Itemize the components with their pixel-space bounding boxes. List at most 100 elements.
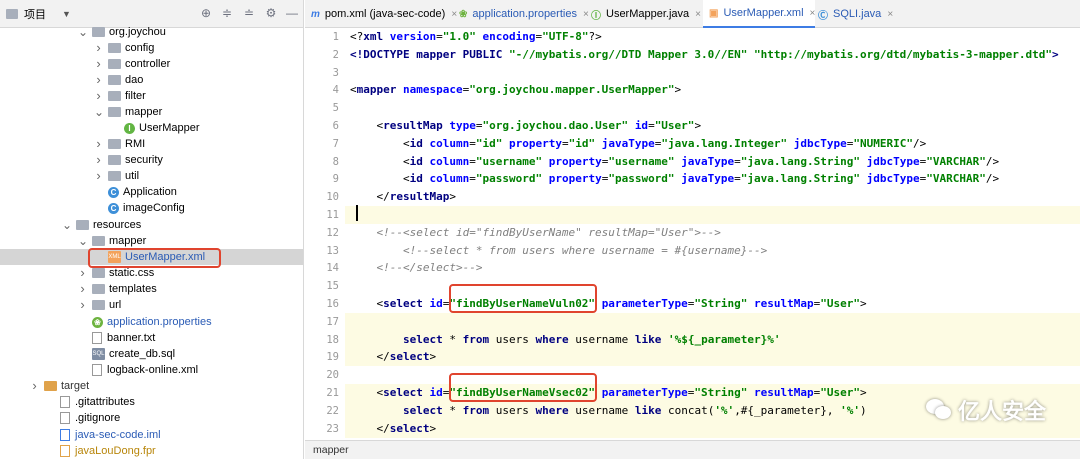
code-line[interactable]: <?xml version="1.0" encoding="UTF-8"?>: [350, 28, 1080, 46]
code-line[interactable]: <id column="username" property="username…: [350, 153, 1080, 171]
tree-item[interactable]: .gitattributes: [0, 394, 303, 410]
code-line[interactable]: <mapper namespace="org.joychou.mapper.Us…: [350, 81, 1080, 99]
code-line[interactable]: select * from users where username like …: [350, 331, 1080, 349]
tree-item[interactable]: › dao: [0, 72, 303, 88]
code-line[interactable]: </resultMap>: [350, 188, 1080, 206]
tree-item[interactable]: java-sec-code.iml: [0, 427, 303, 443]
close-icon[interactable]: ×: [695, 9, 701, 20]
gear-icon[interactable]: ⚙: [264, 6, 278, 20]
tree-item[interactable]: › RMI: [0, 136, 303, 152]
tree-item[interactable]: › config: [0, 40, 303, 56]
tab-application-properties[interactable]: ❀ application.properties ×: [453, 0, 589, 28]
tree-item[interactable]: logback-online.xml: [0, 362, 303, 378]
chevron-right-icon[interactable]: ›: [94, 137, 103, 150]
minimize-icon[interactable]: —: [285, 6, 299, 20]
project-title[interactable]: 项目: [24, 6, 46, 22]
code-line[interactable]: </select>: [350, 348, 1080, 366]
chevron-down-icon[interactable]: ⌄: [78, 26, 88, 38]
folder-icon: [92, 268, 105, 279]
tree-item-label: dao: [125, 74, 144, 87]
tree-item-label: filter: [125, 90, 146, 103]
chevron-down-icon[interactable]: ⌄: [94, 106, 104, 118]
tree-item[interactable]: › util: [0, 168, 303, 184]
breadcrumb[interactable]: mapper: [313, 444, 349, 456]
line-number: 11: [326, 209, 339, 221]
expand-all-icon[interactable]: ≑: [220, 6, 234, 20]
tab-sqli-java[interactable]: Ⓒ SQLI.java ×: [812, 0, 893, 28]
tree-item[interactable]: SQL create_db.sql: [0, 346, 303, 362]
tree-item[interactable]: › filter: [0, 88, 303, 104]
chevron-down-icon[interactable]: ⌄: [78, 235, 88, 247]
tree-item[interactable]: ⌄ mapper: [0, 233, 303, 249]
tree-item[interactable]: I UserMapper: [0, 120, 303, 136]
code-line[interactable]: <!DOCTYPE mapper PUBLIC "-//mybatis.org/…: [350, 46, 1080, 64]
code-line[interactable]: [350, 64, 1080, 82]
code-line[interactable]: <!--<select id="findByUserName" resultMa…: [350, 224, 1080, 242]
close-icon[interactable]: ×: [887, 9, 893, 20]
tree-item-label: UserMapper.xml: [125, 251, 206, 264]
chevron-right-icon[interactable]: ›: [94, 73, 103, 86]
chevron-right-icon[interactable]: ›: [94, 153, 103, 166]
tree-item[interactable]: C Application: [0, 184, 303, 200]
tab-pom-xml-java-sec-code-[interactable]: m pom.xml (java-sec-code) ×: [305, 0, 457, 28]
line-number: 10: [326, 191, 339, 204]
code-line[interactable]: <!--select * from users where username =…: [350, 242, 1080, 260]
tree-item[interactable]: .gitignore: [0, 410, 303, 426]
tab-usermapper-java[interactable]: Ⓘ UserMapper.java ×: [585, 0, 701, 28]
chevron-down-icon[interactable]: ▼: [62, 9, 71, 19]
code-line[interactable]: [350, 366, 1080, 384]
code-line[interactable]: <id column="id" property="id" javaType="…: [350, 135, 1080, 153]
chevron-right-icon[interactable]: ›: [78, 266, 87, 279]
code-line[interactable]: [350, 313, 1080, 331]
collapse-all-icon[interactable]: ≐: [242, 6, 256, 20]
folder-icon: [108, 43, 121, 54]
tree-item[interactable]: › target: [0, 378, 303, 394]
chevron-right-icon[interactable]: ›: [94, 89, 103, 102]
chevron-right-icon[interactable]: ›: [94, 169, 103, 182]
code-line[interactable]: [350, 206, 1080, 224]
chevron-right-icon[interactable]: ›: [94, 57, 103, 70]
tree-item[interactable]: › controller: [0, 56, 303, 72]
line-number: 19: [326, 351, 339, 364]
class-icon: Ⓒ: [818, 10, 828, 22]
folder-icon: [76, 220, 89, 231]
code-line[interactable]: [350, 99, 1080, 117]
chevron-right-icon[interactable]: ›: [78, 282, 87, 295]
tree-item[interactable]: XML UserMapper.xml: [0, 249, 303, 266]
chevron-right-icon[interactable]: ›: [30, 379, 39, 392]
folder-icon: [108, 171, 121, 182]
tree-item-label: java-sec-code.iml: [75, 429, 161, 442]
tree-item[interactable]: › static.css: [0, 265, 303, 281]
code-editor[interactable]: 1 2 3 4 5 6 7 8 9 10 11 12 13 14 15 16 17 18 19 20 21 22 23 <?…: [305, 28, 1080, 440]
tree-item[interactable]: javaLouDong.fpr: [0, 443, 303, 459]
code-line[interactable]: <resultMap type="org.joychou.dao.User" i…: [350, 117, 1080, 135]
code-line[interactable]: <!--</select>-->: [350, 259, 1080, 277]
tree-item[interactable]: CimageConfig: [0, 200, 303, 216]
locate-icon[interactable]: ⊕: [199, 6, 213, 20]
code-line[interactable]: <select id="findByUserNameVuln02" parame…: [350, 295, 1080, 313]
tree-item[interactable]: banner.txt: [0, 330, 303, 346]
tree-item-label: util: [125, 170, 140, 183]
code-line[interactable]: [350, 277, 1080, 295]
tree-item[interactable]: ❀ application.properties: [0, 314, 303, 330]
tree-item[interactable]: ⌄ resources: [0, 217, 303, 233]
tree-item[interactable]: › security: [0, 152, 303, 168]
line-number: 23: [326, 422, 339, 435]
tree-item[interactable]: › url: [0, 297, 303, 313]
folder-icon: [108, 139, 121, 150]
folder-icon: [92, 236, 105, 247]
folder-icon: [92, 300, 105, 311]
chevron-down-icon[interactable]: ⌄: [62, 219, 72, 231]
tree-item-label: .gitattributes: [75, 396, 135, 409]
tab-usermapper-xml[interactable]: ▣ UserMapper.xml ×: [703, 0, 816, 28]
chevron-right-icon[interactable]: ›: [78, 298, 87, 311]
tree-item[interactable]: › templates: [0, 281, 303, 297]
tree-item-label: javaLouDong.fpr: [75, 445, 156, 458]
tree-item[interactable]: ⌄ org.joychou: [0, 24, 303, 40]
chevron-right-icon[interactable]: ›: [94, 41, 103, 54]
tree-item-label: RMI: [125, 138, 146, 151]
line-number: 1: [332, 31, 339, 43]
tree-item[interactable]: ⌄ mapper: [0, 104, 303, 120]
line-number: 20: [326, 369, 339, 382]
code-line[interactable]: <id column="password" property="password…: [350, 170, 1080, 188]
